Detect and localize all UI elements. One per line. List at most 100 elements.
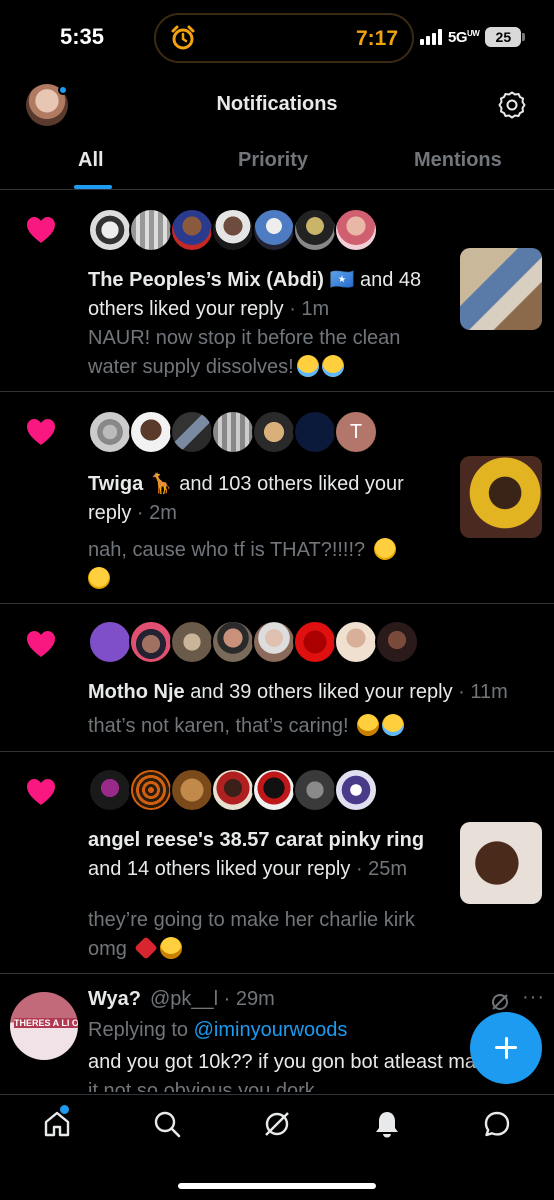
avatar[interactable] xyxy=(293,620,337,664)
gear-icon[interactable] xyxy=(497,90,527,120)
home-indicator[interactable] xyxy=(178,1183,376,1189)
user-handle: @pk__l · 29m xyxy=(150,988,275,1010)
network-type: 5GUW xyxy=(448,28,480,46)
user-name[interactable]: angel reese's 38.57 carat pinky ring xyxy=(88,829,424,851)
user-name[interactable]: The Peoples’s Mix (Abdi) xyxy=(88,269,324,291)
pleading-emoji-icon xyxy=(160,937,183,959)
notification-item[interactable]: The Peoples’s Mix (Abdi) 🇸🇴 and 48 other… xyxy=(0,190,554,392)
avatar[interactable] xyxy=(252,620,296,664)
avatar[interactable] xyxy=(375,620,419,664)
avatar[interactable] xyxy=(129,410,173,454)
heart-icon xyxy=(27,419,55,445)
liker-avatars: T xyxy=(88,410,378,454)
bottom-nav xyxy=(0,1094,554,1200)
avatar[interactable] xyxy=(88,620,132,664)
raised-eyebrow-emoji-icon xyxy=(88,567,110,589)
avatar[interactable]: T xyxy=(334,410,378,454)
avatar[interactable] xyxy=(88,208,132,252)
heart-icon xyxy=(27,217,55,243)
reply-text: NAUR! now stop it before the clean water… xyxy=(88,327,401,378)
avatar[interactable] xyxy=(293,768,337,812)
user-name[interactable]: Wya? xyxy=(88,988,141,1011)
media-thumbnail[interactable] xyxy=(460,822,542,904)
notification-title: Twiga 🦒 and 103 others liked your reply … xyxy=(88,473,404,524)
liker-avatars xyxy=(88,620,419,664)
notification-item[interactable]: Motho Nje and 39 others liked your reply… xyxy=(0,604,554,752)
bell-icon[interactable] xyxy=(372,1109,402,1139)
replying-to: Replying to @iminyourwoods xyxy=(88,1019,348,1041)
messages-icon[interactable] xyxy=(482,1109,512,1139)
timestamp: · 25m xyxy=(355,858,408,880)
tab-all[interactable]: All xyxy=(78,149,104,172)
active-tab-indicator xyxy=(74,185,112,189)
status-indicators: 5GUW 25 xyxy=(420,26,526,48)
reply-text: that’s not karen, that’s caring! xyxy=(88,712,528,741)
reply-text: they’re going to make her charlie kirk o… xyxy=(88,909,415,960)
dynamic-island[interactable]: 7:17 xyxy=(154,13,414,63)
avatar[interactable] xyxy=(211,410,255,454)
alarm-time: 7:17 xyxy=(355,27,398,50)
notification-item[interactable]: T Twiga 🦒 and 103 others liked your repl… xyxy=(0,392,554,604)
avatar[interactable] xyxy=(211,208,255,252)
avatar[interactable] xyxy=(170,620,214,664)
notification-dot xyxy=(60,1105,69,1114)
avatar[interactable] xyxy=(293,410,337,454)
page-title: Notifications xyxy=(216,93,338,115)
avatar[interactable] xyxy=(170,410,214,454)
user-name[interactable]: Motho Nje xyxy=(88,681,185,703)
media-thumbnail[interactable] xyxy=(460,248,542,330)
app-header: Notifications xyxy=(0,78,554,132)
avatar[interactable] xyxy=(252,768,296,812)
grok-icon[interactable] xyxy=(490,992,510,1012)
tab-priority[interactable]: Priority xyxy=(238,149,308,172)
crying-emoji-icon xyxy=(382,714,405,736)
avatar[interactable] xyxy=(211,620,255,664)
timestamp: · 2m xyxy=(136,502,177,524)
user-name[interactable]: Twiga xyxy=(88,473,143,495)
cellular-signal-icon xyxy=(420,29,442,45)
avatar[interactable] xyxy=(170,208,214,252)
avatar[interactable] xyxy=(129,208,173,252)
notification-title: Motho Nje and 39 others liked your reply… xyxy=(88,681,508,703)
liker-avatars xyxy=(88,208,378,252)
media-thumbnail[interactable] xyxy=(460,456,542,538)
crying-emoji-icon xyxy=(296,355,319,377)
avatar[interactable] xyxy=(252,410,296,454)
reply-text: nah, cause who tf is THAT?!!!!? xyxy=(88,536,448,594)
avatar[interactable] xyxy=(129,768,173,812)
notification-title: angel reese's 38.57 carat pinky ring and… xyxy=(88,829,425,880)
battery-indicator: 25 xyxy=(485,27,526,47)
notification-item[interactable]: angel reese's 38.57 carat pinky ring and… xyxy=(0,752,554,974)
avatar[interactable]: THERES A LI ORE IN TH ICH DO xyxy=(10,992,78,1060)
avatar[interactable] xyxy=(293,208,337,252)
avatar[interactable] xyxy=(334,768,378,812)
broken-heart-emoji-icon xyxy=(134,936,159,960)
avatar[interactable] xyxy=(88,768,132,812)
tab-mentions[interactable]: Mentions xyxy=(414,149,502,172)
mention-link[interactable]: @iminyourwoods xyxy=(194,1019,348,1041)
notification-title: The Peoples’s Mix (Abdi) 🇸🇴 and 48 other… xyxy=(88,269,422,320)
avatar[interactable] xyxy=(170,768,214,812)
alarm-clock-icon xyxy=(171,25,195,50)
tab-bar: All Priority Mentions xyxy=(0,132,554,190)
avatar[interactable] xyxy=(88,410,132,454)
avatar[interactable] xyxy=(129,620,173,664)
avatar[interactable] xyxy=(211,768,255,812)
liker-avatars xyxy=(88,768,378,812)
crying-emoji-icon xyxy=(321,355,344,377)
heart-icon xyxy=(27,631,55,657)
grok-icon[interactable] xyxy=(262,1109,292,1139)
raised-eyebrow-emoji-icon xyxy=(373,538,396,560)
avatar[interactable] xyxy=(334,620,378,664)
avatar[interactable] xyxy=(252,208,296,252)
status-bar: 5:35 7:17 5GUW 25 xyxy=(0,0,554,78)
compose-button[interactable] xyxy=(470,1012,542,1084)
avatar[interactable] xyxy=(334,208,378,252)
timestamp: · 11m xyxy=(458,681,508,703)
heart-icon xyxy=(27,779,55,805)
more-options-icon[interactable]: ··· xyxy=(522,986,545,1009)
home-icon[interactable] xyxy=(42,1109,72,1139)
avatar-text: THERES A LI ORE IN TH ICH DO xyxy=(14,1018,78,1028)
timestamp: · 1m xyxy=(289,298,330,320)
search-icon[interactable] xyxy=(152,1109,182,1139)
